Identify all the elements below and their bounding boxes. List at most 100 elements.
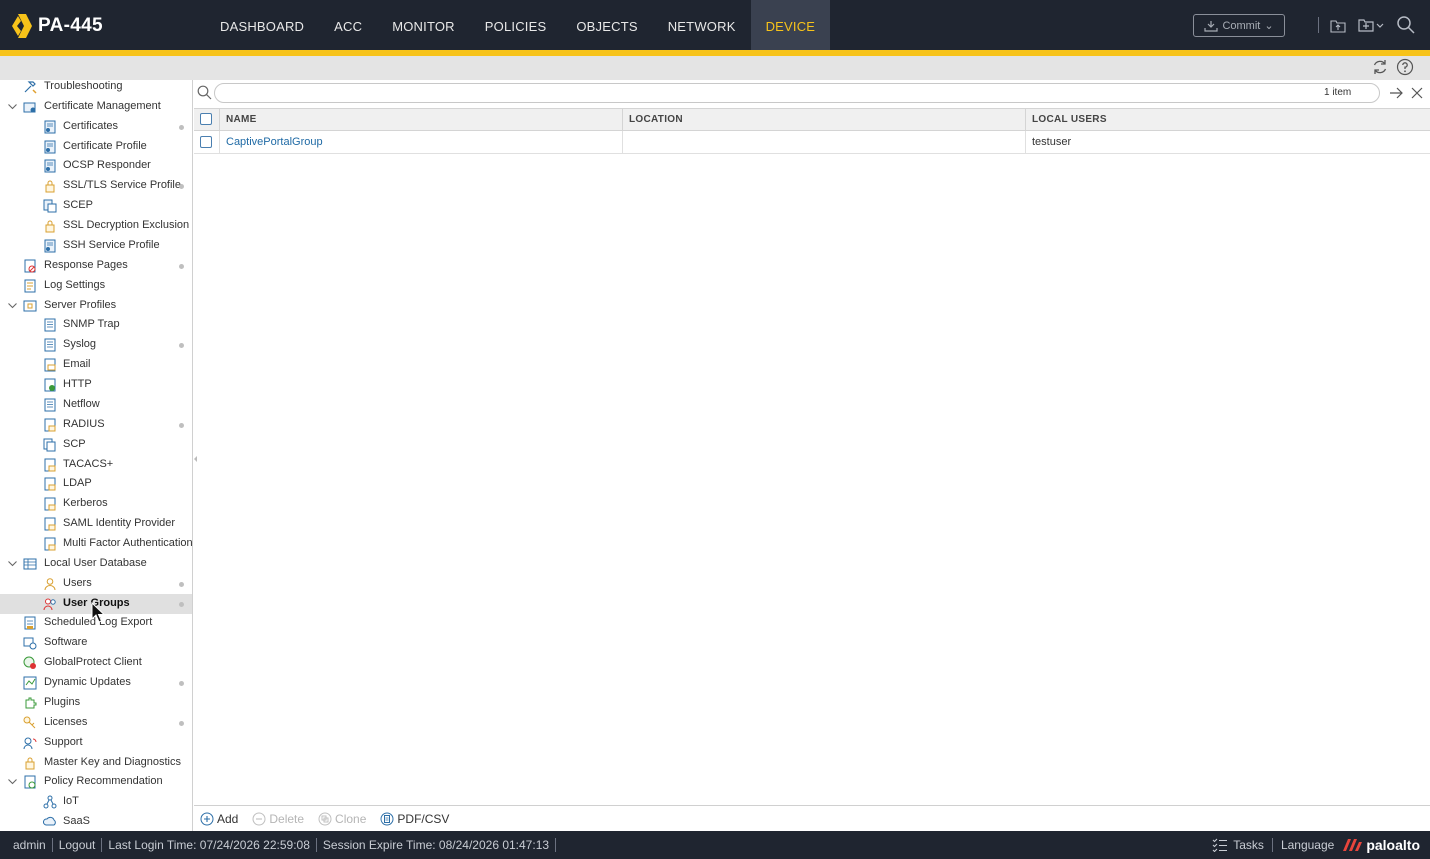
delete-button[interactable]: Delete (252, 812, 304, 826)
app-logo: PA-445 (12, 13, 103, 39)
expand-chevron-icon[interactable] (7, 300, 18, 311)
candidate-config-icon[interactable] (1357, 15, 1385, 35)
sidebar-item-licenses[interactable]: Licenses (0, 713, 192, 733)
tab-acc[interactable]: ACC (319, 0, 377, 50)
lock-document-icon (43, 497, 57, 511)
brand-name: paloalto (1366, 837, 1420, 853)
language-button[interactable]: Language (1281, 838, 1334, 852)
column-header-local-users[interactable]: LOCAL USERS (1025, 109, 1430, 131)
sidebar-item-ssh-service-profile[interactable]: SSH Service Profile (0, 236, 192, 256)
commit-icon (1204, 20, 1219, 32)
sidebar-item-iot[interactable]: IoT (0, 792, 192, 812)
sidebar-item-saas[interactable]: SaaS (0, 812, 192, 831)
sidebar-item-kerberos[interactable]: Kerberos (0, 494, 192, 514)
sidebar-item-plugins[interactable]: Plugins (0, 693, 192, 713)
sidebar-item-master-key-and-diagnostics[interactable]: Master Key and Diagnostics (0, 753, 192, 773)
delete-label: Delete (269, 811, 305, 826)
sidebar-item-policy-recommendation[interactable]: Policy Recommendation (0, 772, 192, 792)
sidebar-item-users[interactable]: Users (0, 574, 192, 594)
sidebar-item-email[interactable]: Email (0, 355, 192, 375)
status-dot (179, 343, 184, 349)
sidebar-item-tacacs[interactable]: TACACS+ (0, 455, 192, 475)
sidebar-item-http[interactable]: HTTP (0, 375, 192, 395)
sidebar-item-syslog[interactable]: Syslog (0, 335, 192, 355)
sidebar-item-scp[interactable]: SCP (0, 435, 192, 455)
pdf-csv-button[interactable]: PDF/CSV (380, 812, 449, 826)
mouse-cursor-icon (91, 602, 105, 623)
sidebar-item-software[interactable]: Software (0, 633, 192, 653)
tab-policies[interactable]: POLICIES (470, 0, 562, 50)
column-header-name[interactable]: NAME (219, 109, 622, 131)
sidebar-item-scep[interactable]: SCEP (0, 196, 192, 216)
status-dot (179, 581, 184, 587)
database-icon (23, 557, 37, 571)
sidebar-item-globalprotect-client[interactable]: GlobalProtect Client (0, 653, 192, 673)
lock-document-icon (43, 517, 57, 531)
sidebar-item-label: Multi Factor Authentication (63, 537, 193, 549)
sidebar-item-server-profiles[interactable]: Server Profiles (0, 296, 192, 316)
refresh-icon[interactable] (1371, 58, 1389, 76)
sidebar-item-multi-factor-authentication[interactable]: Multi Factor Authentication (0, 534, 193, 554)
sidebar-item-ssl-tls-service-profile[interactable]: SSL/TLS Service Profile (0, 176, 192, 196)
sidebar-item-troubleshooting[interactable]: Troubleshooting (0, 80, 192, 97)
help-icon[interactable] (1396, 58, 1414, 76)
sidebar-item-ldap[interactable]: LDAP (0, 474, 192, 494)
sidebar-item-label: Plugins (44, 695, 81, 708)
sidebar-item-response-pages[interactable]: Response Pages (0, 256, 192, 276)
policy-recommendation-icon (23, 775, 37, 789)
sidebar-item-ocsp-responder[interactable]: OCSP Responder (0, 156, 192, 176)
logout-link[interactable]: Logout (53, 838, 103, 852)
tasks-label: Tasks (1233, 838, 1264, 852)
table-row[interactable]: CaptivePortalGroup testuser (194, 131, 1430, 154)
sidebar-item-log-settings[interactable]: Log Settings (0, 276, 192, 296)
key-icon (23, 716, 37, 730)
sidebar-item-label: Policy Recommendation (44, 775, 163, 788)
log-settings-icon (23, 279, 37, 293)
tab-objects[interactable]: OBJECTS (561, 0, 652, 50)
clone-icon (318, 812, 332, 825)
group-name-link[interactable]: CaptivePortalGroup (219, 131, 622, 153)
document-icon (43, 318, 57, 332)
sidebar-item-radius[interactable]: RADIUS (0, 415, 192, 435)
expand-chevron-icon[interactable] (7, 101, 18, 112)
pdf-csv-label: PDF/CSV (397, 811, 450, 826)
sidebar-item-saml-identity-provider[interactable]: SAML Identity Provider (0, 514, 192, 534)
sidebar-item-netflow[interactable]: Netflow (0, 395, 192, 415)
tab-device[interactable]: DEVICE (750, 0, 831, 50)
add-icon (200, 812, 214, 825)
sidebar-item-certificates[interactable]: Certificates (0, 117, 192, 137)
status-dot (179, 124, 184, 130)
row-checkbox[interactable] (200, 136, 212, 148)
sidebar-item-dynamic-updates[interactable]: Dynamic Updates (0, 673, 192, 693)
add-button[interactable]: Add (200, 812, 238, 826)
tab-dashboard[interactable]: DASHBOARD (205, 0, 319, 50)
global-search-icon[interactable] (1396, 15, 1416, 35)
expand-chevron-icon[interactable] (7, 558, 18, 569)
lock-document-icon (43, 477, 57, 491)
tasks-button[interactable]: Tasks (1212, 838, 1264, 852)
sidebar-item-certificate-management[interactable]: Certificate Management (0, 97, 192, 117)
sidebar-item-label: OCSP Responder (63, 159, 151, 172)
sidebar-item-label: SCP (63, 437, 86, 450)
column-header-location[interactable]: LOCATION (622, 109, 1025, 131)
select-all-checkbox[interactable] (200, 113, 212, 125)
sidebar-item-support[interactable]: Support (0, 733, 192, 753)
commit-button[interactable]: Commit ⌄ (1193, 14, 1285, 37)
apply-filter-arrow-icon[interactable] (1388, 85, 1404, 101)
sidebar-item-local-user-database[interactable]: Local User Database (0, 554, 192, 574)
sidebar-item-ssl-decryption-exclusion[interactable]: SSL Decryption Exclusion (0, 216, 192, 236)
clone-button[interactable]: Clone (318, 812, 366, 826)
tab-monitor[interactable]: MONITOR (377, 0, 470, 50)
sidebar-item-label: Troubleshooting (44, 80, 123, 92)
sidebar-item-snmp-trap[interactable]: SNMP Trap (0, 315, 192, 335)
tab-network[interactable]: NETWORK (653, 0, 751, 50)
config-lock-icon[interactable] (1328, 15, 1348, 35)
filter-input[interactable] (214, 83, 1380, 103)
sidebar-item-label: SAML Identity Provider (63, 517, 176, 530)
sidebar-item-label: Master Key and Diagnostics (44, 755, 181, 768)
expand-chevron-icon[interactable] (7, 776, 18, 787)
clear-filter-icon[interactable] (1409, 85, 1425, 101)
sidebar-item-certificate-profile[interactable]: Certificate Profile (0, 137, 192, 157)
action-bar: Add Delete Clone PDF/CSV (194, 805, 1430, 831)
sidebar-collapse-handle[interactable] (193, 440, 198, 480)
